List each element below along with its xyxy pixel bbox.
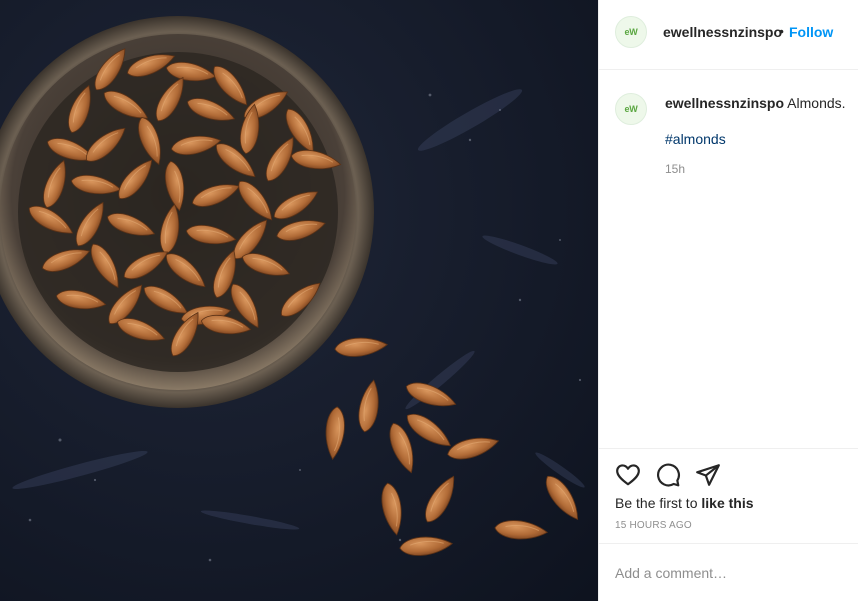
caption-timestamp[interactable]: 15h — [665, 162, 685, 176]
post-actions: Be the first to like this 15 HOURS AGO — [599, 448, 858, 543]
like-this-link[interactable]: like this — [701, 495, 753, 511]
post-header: eW ewellnessnzinspo • Follow — [599, 0, 858, 70]
avatar-logo-text: eW — [624, 104, 638, 114]
post-image[interactable] — [0, 0, 598, 601]
caption-avatar[interactable]: eW — [615, 93, 647, 125]
header-username[interactable]: ewellnessnzinspo — [663, 24, 782, 40]
avatar[interactable]: eW — [615, 16, 647, 48]
likes-prefix: Be the first to — [615, 495, 702, 511]
post-side-panel: eW ewellnessnzinspo • Follow eW ewellnes… — [598, 0, 858, 601]
hashtag-link[interactable]: #almonds — [665, 131, 726, 147]
likes-summary: Be the first to like this — [615, 495, 754, 511]
follow-button[interactable]: Follow — [789, 24, 833, 40]
share-icon[interactable] — [695, 462, 721, 488]
caption-username[interactable]: ewellnessnzinspo — [665, 95, 784, 111]
comment-bar — [599, 543, 858, 601]
separator-dot: • — [779, 23, 784, 39]
heart-icon[interactable] — [615, 462, 641, 488]
almonds-photo — [0, 0, 598, 601]
caption-text: Almonds. — [787, 95, 846, 111]
post-date[interactable]: 15 HOURS AGO — [615, 520, 692, 531]
comment-input[interactable] — [615, 563, 845, 583]
caption-line: ewellnessnzinspo Almonds. — [665, 95, 846, 111]
avatar-logo-text: eW — [624, 27, 638, 37]
comment-icon[interactable] — [655, 462, 681, 488]
